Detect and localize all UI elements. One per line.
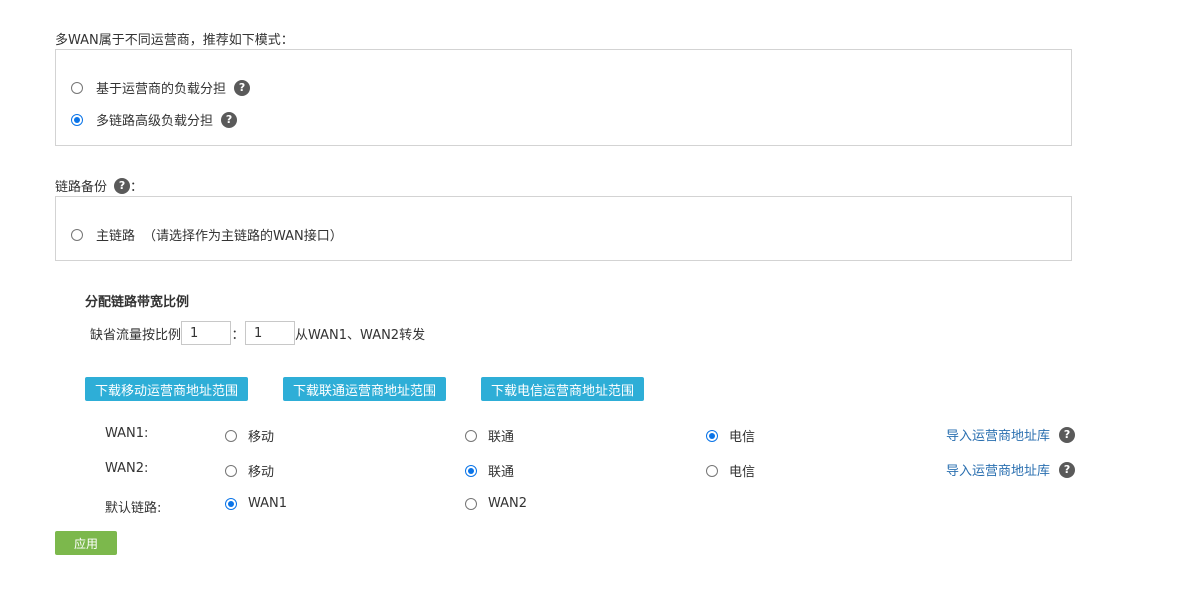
- help-icon[interactable]: ?: [221, 111, 238, 128]
- ratio-right-input[interactable]: [245, 321, 296, 345]
- wan2-telecom-option[interactable]: 电信: [706, 461, 755, 480]
- wan1-telecom-radio[interactable]: [706, 429, 718, 442]
- download-mobile-button[interactable]: 下载移动运营商地址范围: [85, 377, 249, 401]
- backup-box: 主链路 （请选择作为主链路的WAN接口）: [55, 196, 1072, 261]
- download-unicom-button[interactable]: 下载联通运营商地址范围: [283, 377, 447, 401]
- wan2-label: WAN2:: [105, 461, 149, 476]
- default-wan1-label: WAN1: [248, 496, 288, 511]
- bandwidth-title: 分配链路带宽比例: [85, 295, 190, 310]
- wan1-unicom-radio[interactable]: [465, 429, 477, 442]
- download-telecom-button[interactable]: 下载电信运营商地址范围: [481, 377, 645, 401]
- default-wan1-radio[interactable]: [225, 497, 237, 510]
- isp-load-balance-label: 基于运营商的负载分担: [96, 82, 227, 97]
- wan2-telecom-label: 电信: [729, 465, 756, 480]
- wan2-unicom-radio[interactable]: [465, 464, 477, 477]
- multiwan-title: 多WAN属于不同运营商，推荐如下模式：: [55, 33, 294, 48]
- apply-button[interactable]: 应用: [55, 531, 117, 555]
- wan1-import-link[interactable]: 导入运营商地址库: [946, 425, 1050, 444]
- help-icon[interactable]: ?: [1059, 461, 1076, 478]
- primary-link-radio[interactable]: [71, 228, 83, 241]
- help-icon[interactable]: ?: [234, 79, 251, 96]
- default-wan2-radio[interactable]: [465, 497, 477, 510]
- wan1-label: WAN1:: [105, 426, 149, 441]
- multilink-load-balance-radio[interactable]: [71, 113, 83, 126]
- wan1-mobile-option[interactable]: 移动: [225, 426, 274, 445]
- wan2-import-row: 导入运营商地址库 ?: [946, 460, 1076, 479]
- primary-link-hint: （请选择作为主链路的WAN接口）: [143, 229, 343, 244]
- default-wan1-option[interactable]: WAN1: [225, 496, 287, 511]
- bandwidth-ratio-row: 缺省流量按比例 ： 从WAN1、WAN2转发: [90, 321, 425, 345]
- wan2-mobile-option[interactable]: 移动: [225, 461, 274, 480]
- help-icon[interactable]: ?: [1059, 426, 1076, 443]
- ratio-separator: ：: [231, 327, 245, 343]
- backup-title: 链路备份: [55, 180, 108, 195]
- wan1-mobile-label: 移动: [248, 430, 275, 445]
- isp-load-balance-radio[interactable]: [71, 81, 83, 94]
- backup-title-row: 链路备份 ? ：: [55, 176, 143, 195]
- default-ratio-label: 缺省流量按比例: [90, 327, 182, 343]
- multilink-load-balance-label: 多链路高级负载分担: [96, 114, 214, 129]
- help-icon[interactable]: ?: [114, 177, 131, 194]
- multiwan-mode-box: 基于运营商的负载分担 ? 多链路高级负载分担 ?: [55, 49, 1072, 146]
- wan2-mobile-label: 移动: [248, 465, 275, 480]
- wan1-import-row: 导入运营商地址库 ?: [946, 425, 1076, 444]
- wan2-mobile-radio[interactable]: [225, 464, 237, 477]
- isp-load-balance-option[interactable]: 基于运营商的负载分担 ?: [71, 78, 251, 97]
- wan1-unicom-label: 联通: [488, 430, 515, 445]
- wan2-import-link[interactable]: 导入运营商地址库: [946, 460, 1050, 479]
- default-wan2-label: WAN2: [488, 496, 528, 511]
- ratio-left-input[interactable]: [181, 321, 232, 345]
- wan1-mobile-radio[interactable]: [225, 429, 237, 442]
- ratio-suffix: 从WAN1、WAN2转发: [295, 327, 426, 343]
- default-wan2-option[interactable]: WAN2: [465, 496, 527, 511]
- wan2-unicom-option[interactable]: 联通: [465, 461, 514, 480]
- multilink-load-balance-option[interactable]: 多链路高级负载分担 ?: [71, 110, 238, 129]
- wan2-unicom-label: 联通: [488, 465, 515, 480]
- primary-link-label: 主链路: [96, 229, 136, 244]
- default-link-label: 默认链路:: [105, 501, 162, 516]
- wan1-telecom-option[interactable]: 电信: [706, 426, 755, 445]
- backup-title-colon: ：: [130, 180, 144, 195]
- primary-link-option[interactable]: 主链路 （请选择作为主链路的WAN接口）: [71, 225, 343, 244]
- wan1-unicom-option[interactable]: 联通: [465, 426, 514, 445]
- wan1-telecom-label: 电信: [729, 430, 756, 445]
- wan2-telecom-radio[interactable]: [706, 464, 718, 477]
